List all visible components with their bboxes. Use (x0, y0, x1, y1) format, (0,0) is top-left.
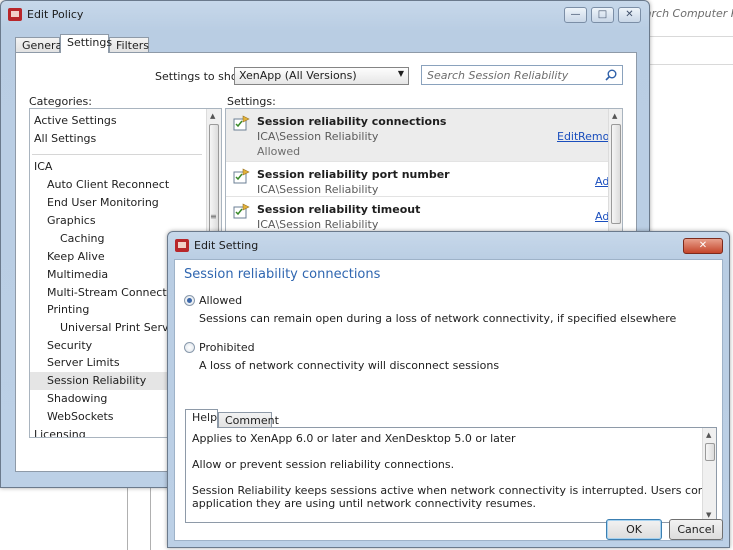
scroll-up-arrow-icon[interactable]: ▲ (210, 112, 215, 120)
background-search-box[interactable]: earch Computer Pol (638, 4, 733, 24)
tab-comment[interactable]: Comment (218, 412, 279, 428)
settings-scrollbar[interactable]: ▲ (608, 109, 622, 235)
setting-path: ICA\Session Reliability (257, 130, 379, 143)
help-line: application they are using until network… (192, 497, 537, 510)
settings-list[interactable]: Session reliability connections ICA\Sess… (225, 108, 623, 236)
setting-name: Session reliability port number (257, 168, 450, 181)
search-input[interactable]: Search Session Reliability (421, 65, 623, 85)
search-placeholder: Search Session Reliability (427, 69, 569, 82)
setting-icon (233, 203, 250, 219)
close-button[interactable]: ✕ (618, 7, 641, 23)
ok-button[interactable]: OK (606, 519, 662, 540)
scroll-up-arrow-icon[interactable]: ▲ (612, 112, 617, 120)
setting-icon (233, 168, 250, 184)
dialog-content: Session reliability connections Allowed … (174, 259, 723, 541)
allowed-radio[interactable] (184, 295, 195, 306)
background-divider (127, 488, 128, 550)
close-button[interactable]: ✕ (683, 238, 723, 254)
tab-help[interactable]: Help (185, 409, 218, 428)
setting-name: Session reliability connections (257, 115, 447, 128)
help-line: Applies to XenApp 6.0 or later and XenDe… (192, 432, 516, 445)
prohibited-radio[interactable] (184, 342, 195, 353)
category-item[interactable]: ICA (30, 158, 208, 176)
policy-app-icon (175, 239, 189, 252)
setting-item[interactable]: Session reliability timeout ICA\Session … (226, 196, 622, 235)
setting-item[interactable]: Session reliability port number ICA\Sess… (226, 161, 622, 196)
tab-filters[interactable]: Filters (109, 37, 149, 53)
allowed-description: Sessions can remain open during a loss o… (199, 312, 677, 325)
settings-to-show-dropdown[interactable]: XenApp (All Versions) ▼ (234, 67, 409, 85)
window-title: Edit Policy (27, 8, 84, 21)
background-divider (150, 488, 151, 550)
title-bar[interactable]: Edit Policy — □ ✕ (1, 1, 649, 29)
category-item[interactable]: End User Monitoring (30, 194, 208, 212)
tab-settings[interactable]: Settings (60, 34, 112, 53)
scroll-up-arrow-icon[interactable]: ▲ (706, 431, 711, 439)
category-divider (32, 154, 202, 155)
edit-setting-dialog: Edit Setting ✕ Session reliability conne… (167, 231, 730, 548)
setting-item-selected[interactable]: Session reliability connections ICA\Sess… (226, 109, 622, 161)
allowed-label[interactable]: Allowed (199, 294, 242, 307)
dropdown-value: XenApp (All Versions) (239, 69, 357, 82)
category-item[interactable]: Auto Client Reconnect (30, 176, 208, 194)
help-text-box[interactable]: Applies to XenApp 6.0 or later and XenDe… (185, 427, 717, 523)
scroll-thumb[interactable] (611, 124, 621, 224)
category-item[interactable]: Graphics (30, 212, 208, 230)
maximize-button[interactable]: □ (591, 7, 614, 23)
scroll-grip-icon: ≡ (210, 212, 217, 221)
setting-icon (233, 115, 250, 131)
background-divider (650, 36, 733, 37)
background-divider (650, 64, 733, 65)
scroll-thumb[interactable] (705, 443, 715, 461)
chevron-down-icon: ▼ (397, 69, 404, 78)
cancel-button[interactable]: Cancel (669, 519, 723, 540)
setting-value: Allowed (257, 145, 301, 158)
help-line: Allow or prevent session reliability con… (192, 458, 455, 471)
scroll-down-arrow-icon[interactable]: ▼ (706, 511, 711, 519)
edit-link[interactable]: Edit (557, 130, 578, 143)
title-bar[interactable]: Edit Setting ✕ (168, 232, 729, 260)
prohibited-description: A loss of network connectivity will disc… (199, 359, 500, 372)
dialog-title: Edit Setting (194, 239, 259, 252)
categories-label: Categories: (29, 95, 92, 108)
setting-heading: Session reliability connections (184, 267, 381, 282)
policy-app-icon (8, 8, 22, 21)
settings-label: Settings: (227, 95, 276, 108)
category-item[interactable]: Active Settings (30, 112, 208, 130)
help-scrollbar[interactable]: ▲ ▼ (702, 428, 716, 522)
search-icon[interactable] (605, 69, 617, 81)
help-line: Session Reliability keeps sessions activ… (192, 484, 716, 497)
minimize-button[interactable]: — (564, 7, 587, 23)
setting-path: ICA\Session Reliability (257, 218, 379, 231)
tab-general[interactable]: General (15, 37, 65, 53)
prohibited-label[interactable]: Prohibited (199, 341, 255, 354)
setting-path: ICA\Session Reliability (257, 183, 379, 196)
setting-name: Session reliability timeout (257, 203, 421, 216)
category-item[interactable]: All Settings (30, 130, 208, 148)
